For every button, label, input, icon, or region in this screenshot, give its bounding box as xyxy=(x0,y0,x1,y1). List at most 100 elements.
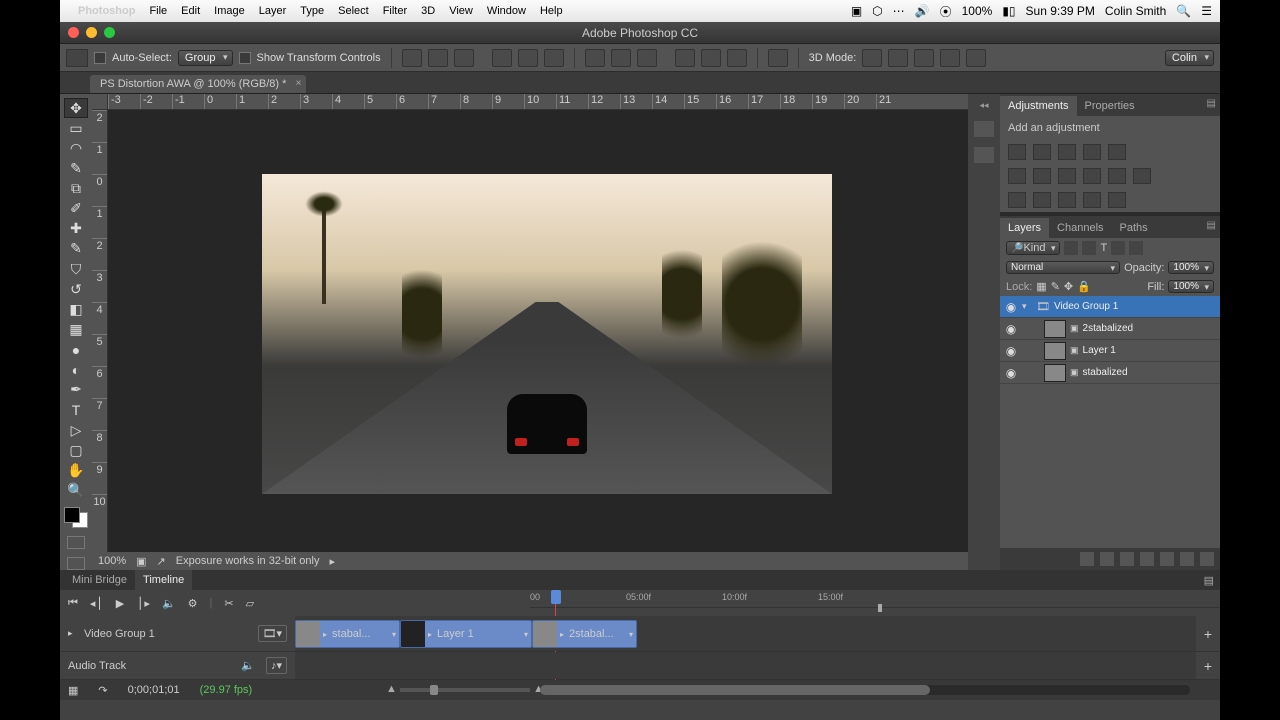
quickmask-icon[interactable] xyxy=(67,536,85,549)
delete-layer-icon[interactable] xyxy=(1200,552,1214,566)
align-center-v-icon[interactable] xyxy=(518,49,538,67)
3d-zoom-icon[interactable] xyxy=(966,49,986,67)
dodge-tool[interactable]: ◐ xyxy=(64,360,88,380)
close-tab-icon[interactable]: × xyxy=(296,78,302,89)
ruler-horizontal[interactable]: -3-2-10123456789101112131415161718192021 xyxy=(108,94,968,110)
rectangle-tool[interactable]: ▢ xyxy=(64,440,88,460)
3d-pan-icon[interactable] xyxy=(914,49,934,67)
menu-filter[interactable]: Filter xyxy=(383,5,407,17)
timeline-menu-icon[interactable]: ▤ xyxy=(1204,574,1214,587)
mute-icon[interactable]: 🔈 xyxy=(162,597,176,610)
healing-tool[interactable]: ✚ xyxy=(64,219,88,239)
distribute-3-icon[interactable] xyxy=(637,49,657,67)
close-button[interactable] xyxy=(68,27,79,38)
clip[interactable]: ▸stabal...▾ xyxy=(295,620,400,648)
menu-type[interactable]: Type xyxy=(300,5,324,17)
spotlight-icon[interactable]: 🔍 xyxy=(1176,4,1191,18)
visibility-icon[interactable]: ◉ xyxy=(1004,322,1018,336)
3d-slide-icon[interactable] xyxy=(940,49,960,67)
track-disclosure-icon[interactable]: ▸ xyxy=(68,628,78,639)
distribute-5-icon[interactable] xyxy=(701,49,721,67)
overflow-icon[interactable]: ⋯ xyxy=(893,4,905,18)
actions-panel-icon[interactable] xyxy=(974,147,994,163)
distribute-6-icon[interactable] xyxy=(727,49,747,67)
playhead[interactable] xyxy=(551,590,561,604)
auto-align-icon[interactable] xyxy=(768,49,788,67)
history-panel-icon[interactable] xyxy=(974,121,994,137)
new-layer-icon[interactable] xyxy=(1180,552,1194,566)
layer-row[interactable]: ◉ ▣ 2stabalized xyxy=(1000,318,1220,340)
track-media-menu[interactable]: 🎞▾ xyxy=(258,625,288,642)
3d-roll-icon[interactable] xyxy=(888,49,908,67)
visibility-icon[interactable]: ◉ xyxy=(1004,300,1018,314)
align-left-icon[interactable] xyxy=(402,49,422,67)
new-group-icon[interactable] xyxy=(1160,552,1174,566)
link-layers-icon[interactable] xyxy=(1080,552,1094,566)
invert-icon[interactable] xyxy=(1008,192,1026,208)
crop-tool[interactable]: ⧉ xyxy=(64,179,88,199)
status-play-icon[interactable]: ▸ xyxy=(329,555,335,568)
menu-image[interactable]: Image xyxy=(214,5,245,17)
menu-view[interactable]: View xyxy=(449,5,473,17)
layer-row[interactable]: ◉ ▣ stabalized xyxy=(1000,362,1220,384)
status-arrow-icon[interactable]: ↗ xyxy=(157,555,166,568)
bw-icon[interactable] xyxy=(1058,168,1076,184)
screenmode-icon[interactable] xyxy=(67,557,85,570)
vibrance-icon[interactable] xyxy=(1108,144,1126,160)
brightness-icon[interactable] xyxy=(1008,144,1026,160)
threshold-icon[interactable] xyxy=(1058,192,1076,208)
distribute-2-icon[interactable] xyxy=(611,49,631,67)
zoom-button[interactable] xyxy=(104,27,115,38)
settings-icon[interactable]: ⚙ xyxy=(188,597,198,610)
go-start-icon[interactable]: ⏮ xyxy=(68,597,78,610)
minimize-button[interactable] xyxy=(86,27,97,38)
tab-adjustments[interactable]: Adjustments xyxy=(1000,96,1077,116)
photofilter-icon[interactable] xyxy=(1083,168,1101,184)
timeline-zoom-slider[interactable]: ▲▲ xyxy=(400,688,530,692)
play-icon[interactable]: ▶ xyxy=(116,597,124,610)
workspace-switcher[interactable]: Colin xyxy=(1165,50,1214,66)
lock-transparent-icon[interactable]: ▦ xyxy=(1036,280,1046,293)
blend-mode[interactable]: Normal xyxy=(1006,261,1120,274)
add-mask-icon[interactable] xyxy=(1120,552,1134,566)
color-swatches[interactable] xyxy=(64,507,88,529)
quick-select-tool[interactable]: ✎ xyxy=(64,158,88,178)
3d-orbit-icon[interactable] xyxy=(862,49,882,67)
frame-convert-icon[interactable]: ▦ xyxy=(68,684,78,697)
autoselect-dropdown[interactable]: Group xyxy=(178,50,233,66)
marquee-tool[interactable]: ▭ xyxy=(64,118,88,138)
filter-adj-icon[interactable] xyxy=(1082,241,1096,255)
panel-menu-icon[interactable]: ▤ xyxy=(1207,98,1216,109)
colorlookup-icon[interactable] xyxy=(1133,168,1151,184)
volume-icon[interactable]: 🔊 xyxy=(915,4,930,18)
path-select-tool[interactable]: ▷ xyxy=(64,420,88,440)
menu-edit[interactable]: Edit xyxy=(181,5,200,17)
distribute-1-icon[interactable] xyxy=(585,49,605,67)
zoom-level[interactable]: 100% xyxy=(98,555,126,567)
wifi-icon[interactable]: ⦿ xyxy=(940,3,952,20)
curves-icon[interactable] xyxy=(1058,144,1076,160)
filter-smart-icon[interactable] xyxy=(1129,241,1143,255)
exposure-icon[interactable] xyxy=(1083,144,1101,160)
time-ruler[interactable]: 00 05:00f 10:00f 15:00f xyxy=(530,590,1220,608)
menu-3d[interactable]: 3D xyxy=(421,5,435,17)
visibility-icon[interactable]: ◉ xyxy=(1004,366,1018,380)
align-right-icon[interactable] xyxy=(454,49,474,67)
zoom-tool[interactable]: 🔍 xyxy=(64,480,88,500)
new-adj-layer-icon[interactable] xyxy=(1140,552,1154,566)
layer-group-row[interactable]: ◉ ▾ 🎞 Video Group 1 xyxy=(1000,296,1220,318)
clone-stamp-tool[interactable]: ⛉ xyxy=(64,259,88,279)
disclosure-icon[interactable]: ▾ xyxy=(1022,301,1032,312)
clip[interactable]: ▸2stabal...▾ xyxy=(532,620,637,648)
levels-icon[interactable] xyxy=(1033,144,1051,160)
next-frame-icon[interactable]: ⎪▸ xyxy=(136,597,150,610)
selective-icon[interactable] xyxy=(1108,192,1126,208)
filter-pixel-icon[interactable] xyxy=(1064,241,1078,255)
align-bottom-icon[interactable] xyxy=(544,49,564,67)
layer-row[interactable]: ◉ ▣ Layer 1 xyxy=(1000,340,1220,362)
tab-channels[interactable]: Channels xyxy=(1049,218,1111,238)
lock-all-icon[interactable]: 🔒 xyxy=(1077,280,1091,293)
tab-properties[interactable]: Properties xyxy=(1077,96,1143,116)
blur-tool[interactable]: ● xyxy=(64,340,88,360)
type-tool[interactable]: T xyxy=(64,400,88,420)
